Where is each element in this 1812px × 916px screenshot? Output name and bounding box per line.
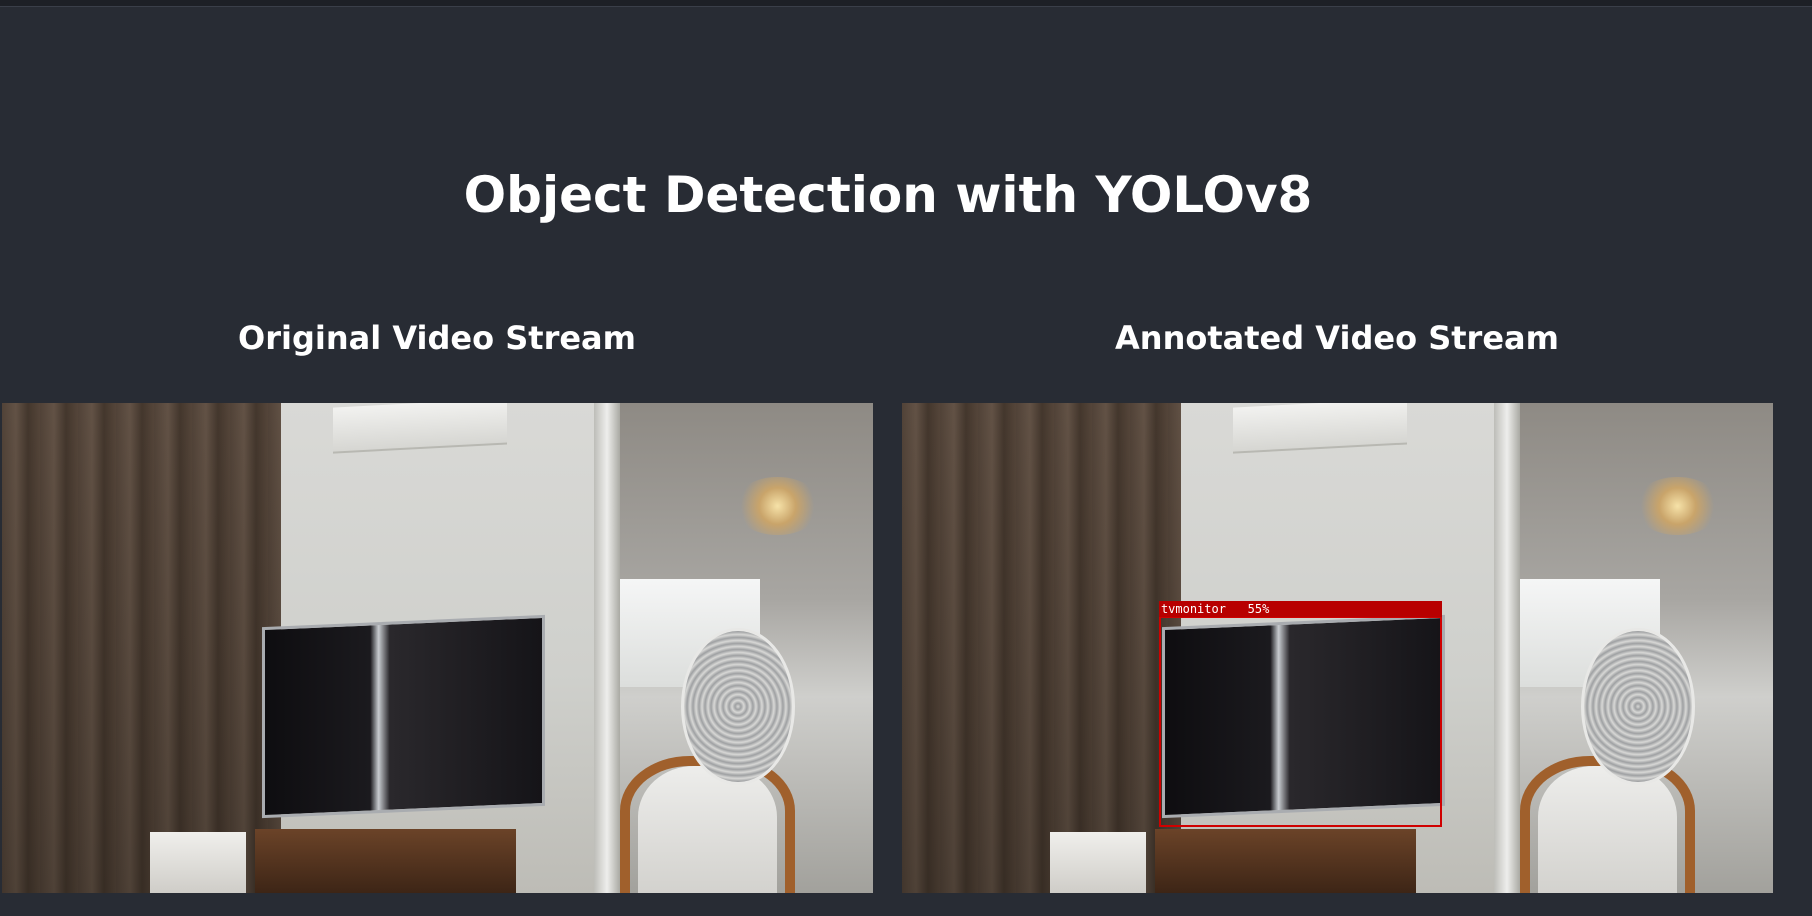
scene-lamp-reflection — [733, 476, 821, 536]
page-title: Object Detection with YOLOv8 — [463, 166, 1313, 224]
scene-curtain-shade — [902, 403, 1181, 893]
top-border — [0, 0, 1812, 7]
original-stream-heading: Original Video Stream — [238, 319, 636, 357]
scene-door-frame — [1494, 403, 1521, 893]
scene-fan-head — [681, 628, 795, 786]
annotated-stream-heading: Annotated Video Stream — [1115, 319, 1559, 357]
scene-door-frame — [594, 403, 621, 893]
scene-shelf — [254, 829, 516, 893]
original-video-stream — [2, 403, 873, 893]
detection-class-label: tvmonitor — [1160, 602, 1226, 617]
scene-fan-head — [1581, 628, 1695, 786]
scene-air-purifier — [1050, 831, 1146, 893]
scene-fan-stand — [1537, 765, 1678, 893]
scene-curtain-shade — [2, 403, 281, 893]
detection-label: tvmonitor 55% — [1158, 601, 1442, 618]
scene-tv — [261, 614, 545, 819]
detection-confidence: 55% — [1247, 602, 1270, 617]
scene-air-purifier — [150, 831, 246, 893]
scene-lamp-reflection — [1633, 476, 1721, 536]
scene-shelf — [1154, 829, 1416, 893]
scene-fan-stand — [637, 765, 778, 893]
detection-bounding-box — [1158, 616, 1442, 827]
annotated-video-stream: tvmonitor 55% — [902, 403, 1773, 893]
